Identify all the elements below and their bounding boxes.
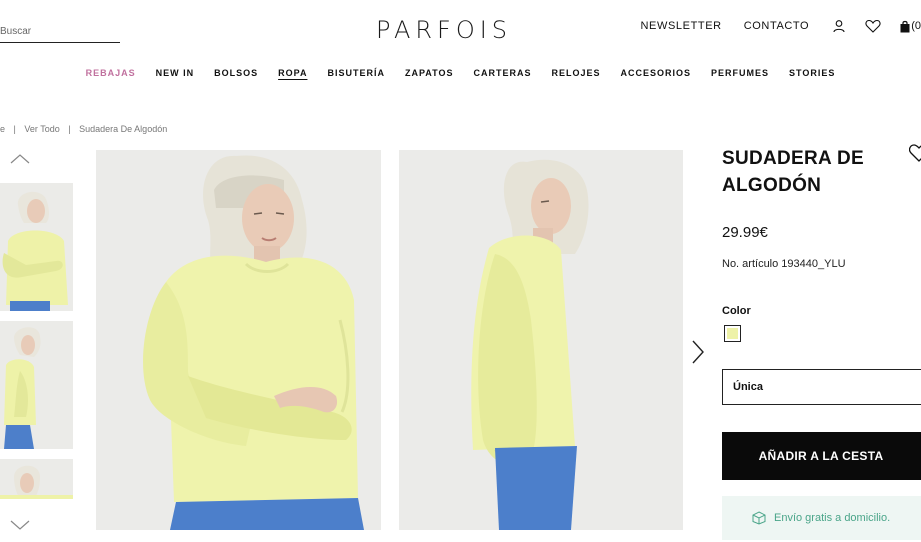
- utility-bar: NEWSLETTER CONTACTO (0: [641, 17, 921, 35]
- cart-count: (0: [911, 20, 921, 32]
- newsletter-link[interactable]: NEWSLETTER: [641, 20, 722, 32]
- contacto-link[interactable]: CONTACTO: [744, 20, 810, 32]
- color-swatch-yellow[interactable]: [724, 325, 741, 342]
- nav-item-bolsos[interactable]: BOLSOS: [204, 68, 268, 78]
- search-input[interactable]: [0, 20, 120, 42]
- nav-item-carteras[interactable]: CARTERAS: [463, 68, 541, 78]
- thumbnail-3[interactable]: [0, 459, 73, 499]
- cart-button[interactable]: (0: [899, 20, 921, 33]
- search-field[interactable]: [0, 20, 120, 43]
- nav-item-bisutería[interactable]: BISUTERÍA: [317, 68, 395, 78]
- wishlist-icon[interactable]: [865, 18, 881, 34]
- nav-item-stories[interactable]: STORIES: [779, 68, 845, 78]
- breadcrumb-current: Sudadera De Algodón: [79, 124, 168, 134]
- next-image-arrow-icon[interactable]: [690, 338, 706, 366]
- breadcrumb: e | Ver Todo | Sudadera De Algodón: [0, 124, 167, 134]
- package-icon: [752, 511, 766, 525]
- main-navigation: REBAJAS NEW IN BOLSOS ROPA BISUTERÍA ZAPATOS C…: [0, 68, 921, 78]
- breadcrumb-home[interactable]: e: [0, 124, 5, 134]
- size-selector[interactable]: Única: [722, 369, 921, 405]
- nav-item-accesorios[interactable]: ACCESORIOS: [611, 68, 702, 78]
- product-image-side[interactable]: [399, 150, 683, 530]
- color-swatch-fill: [727, 328, 738, 339]
- account-icon[interactable]: [831, 18, 847, 34]
- product-price: 29.99€: [722, 224, 768, 241]
- nav-item-rebajas[interactable]: REBAJAS: [76, 68, 146, 78]
- nav-item-ropa[interactable]: ROPA: [268, 68, 317, 78]
- shipping-text: Envío gratis a domicilio.: [774, 512, 891, 524]
- breadcrumb-separator: |: [13, 124, 16, 134]
- thumbnail-1[interactable]: [0, 183, 73, 311]
- product-image-front[interactable]: [96, 150, 381, 530]
- product-title: SUDADERA DE ALGODÓN: [722, 148, 864, 196]
- nav-item-zapatos[interactable]: ZAPATOS: [395, 68, 464, 78]
- thumbnail-2[interactable]: [0, 321, 73, 449]
- nav-item-perfumes[interactable]: PERFUMES: [701, 68, 779, 78]
- thumbnail-down-arrow-icon[interactable]: [8, 518, 32, 532]
- bag-icon: [900, 20, 910, 32]
- parfois-logo[interactable]: PARFOIS: [376, 16, 536, 44]
- breadcrumb-separator: |: [68, 124, 71, 134]
- color-label: Color: [722, 305, 751, 317]
- product-sku: No. artículo 193440_YLU: [722, 258, 846, 270]
- nav-item-new-in[interactable]: NEW IN: [146, 68, 205, 78]
- nav-item-relojes[interactable]: RELOJES: [542, 68, 611, 78]
- add-to-cart-button[interactable]: AÑADIR A LA CESTA: [722, 432, 921, 480]
- product-wishlist-heart-icon[interactable]: [909, 143, 921, 163]
- breadcrumb-ver-todo[interactable]: Ver Todo: [24, 124, 59, 134]
- thumbnail-up-arrow-icon[interactable]: [8, 152, 32, 166]
- shipping-info: Envío gratis a domicilio.: [722, 496, 921, 540]
